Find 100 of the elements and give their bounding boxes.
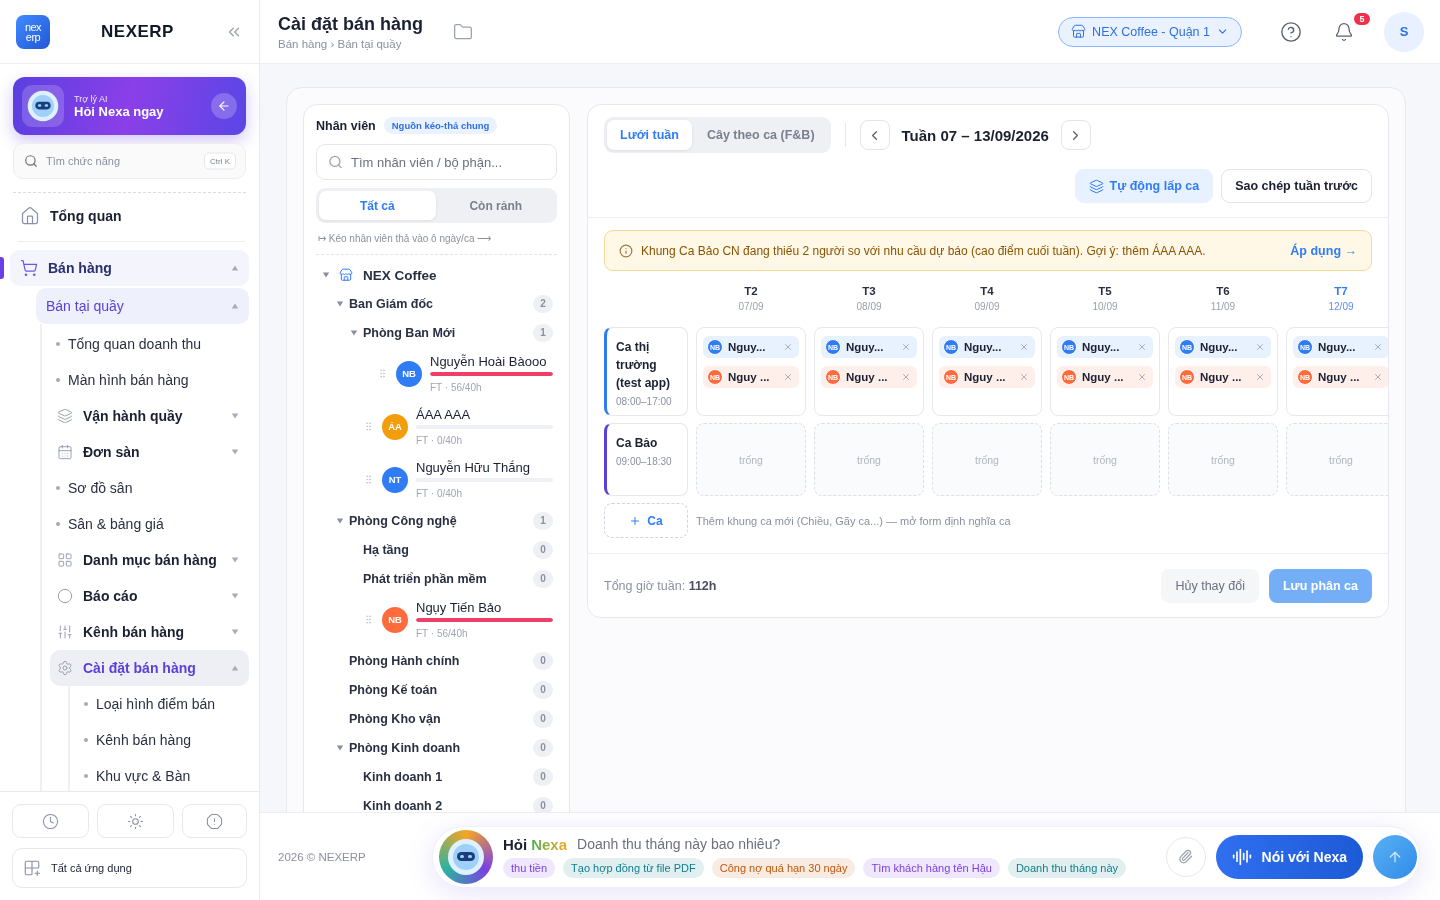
- tree-label[interactable]: Kinh doanh 1: [363, 769, 533, 784]
- audio-wave-icon: [1231, 846, 1252, 867]
- user-avatar[interactable]: S: [1384, 11, 1424, 52]
- suggestion-chip[interactable]: Công nợ quá hạn 30 ngày: [711, 858, 856, 878]
- tree-label[interactable]: Ban Giám đốc: [349, 296, 533, 311]
- nav-item[interactable]: Bán hàng: [10, 250, 249, 286]
- tree-label[interactable]: Phát triển phần mềm: [363, 571, 533, 586]
- previous-week-button[interactable]: [859, 120, 890, 150]
- grid-icon: [57, 552, 73, 568]
- remove-button[interactable]: [901, 342, 911, 352]
- remove-button[interactable]: [1019, 342, 1029, 352]
- nav-item[interactable]: Danh mục bán hàng: [50, 542, 249, 578]
- tree-label[interactable]: Kinh doanh 2: [363, 798, 533, 812]
- next-week-button[interactable]: [1060, 120, 1091, 150]
- caret-icon[interactable]: [336, 516, 344, 525]
- tree-label[interactable]: Phòng Hành chính: [349, 653, 533, 668]
- remove-button[interactable]: [1137, 342, 1147, 352]
- notifications-button[interactable]: [1334, 20, 1354, 43]
- bullet-icon: [56, 486, 60, 490]
- nav-item[interactable]: Khu vực & Bàn: [70, 758, 249, 791]
- employee-avatar: NB: [382, 606, 408, 633]
- nav-item[interactable]: Vận hành quầy: [50, 398, 249, 434]
- caret-icon[interactable]: [231, 264, 239, 272]
- nav-item[interactable]: Báo cáo: [50, 578, 249, 614]
- send-button[interactable]: [1373, 834, 1417, 879]
- suggestion-chip[interactable]: thu tiền: [503, 858, 556, 878]
- suggestion-chip[interactable]: Tìm khách hàng tên Hậu: [863, 858, 1000, 878]
- auto-fill-button[interactable]: Tự động lấp ca: [1074, 169, 1214, 203]
- chip-name: Nguy ...: [1200, 371, 1243, 383]
- drag-handle-icon[interactable]: [377, 368, 388, 379]
- remove-button[interactable]: [1373, 372, 1383, 382]
- drag-handle-icon[interactable]: [363, 614, 374, 625]
- tree-label[interactable]: Phòng Kế toán: [349, 682, 533, 697]
- caret-icon[interactable]: [350, 328, 358, 337]
- remove-button[interactable]: [1255, 372, 1265, 382]
- tree-label[interactable]: Phòng Công nghệ: [349, 513, 533, 528]
- remove-button[interactable]: [1255, 342, 1265, 352]
- nav-item[interactable]: Bán tại quầy: [36, 288, 249, 324]
- folder-icon[interactable]: [453, 21, 473, 42]
- caret-icon[interactable]: [231, 628, 239, 636]
- chip-name: Nguy...: [964, 341, 1003, 353]
- nav-item[interactable]: Tổng quan doanh thu: [42, 326, 249, 362]
- view-tab[interactable]: Lưới tuần: [607, 120, 692, 150]
- remove-button[interactable]: [1137, 372, 1147, 382]
- cancel-button[interactable]: Hủy thay đổi: [1161, 569, 1259, 603]
- drag-handle-icon[interactable]: [363, 421, 374, 432]
- employee-item[interactable]: NB Nguyễn Hoài Bàooo FT · 56/40h: [316, 347, 557, 400]
- branch-selector[interactable]: NEX Coffee - Quận 1: [1058, 16, 1242, 47]
- suggestion-chip[interactable]: Tạo hợp đồng từ file PDF: [563, 858, 704, 878]
- close-icon: [783, 342, 793, 352]
- nav-item[interactable]: Cài đặt bán hàng: [50, 650, 249, 686]
- caret-icon[interactable]: [231, 664, 239, 672]
- nav-item[interactable]: Loại hình điểm bán: [70, 686, 249, 722]
- employee-hours: FT · 56/40h: [416, 628, 469, 639]
- tree-label[interactable]: Hạ tầng: [363, 542, 533, 557]
- remove-button[interactable]: [783, 342, 793, 352]
- ai-assistant-card[interactable]: Trợ lý AI Hỏi Nexa ngay: [13, 77, 246, 135]
- filter-tab[interactable]: Tất cả: [319, 191, 436, 220]
- chip-name: Nguy...: [1082, 341, 1121, 353]
- arrow-button[interactable]: [211, 93, 237, 119]
- view-tab[interactable]: Cây theo ca (F&B): [693, 120, 828, 150]
- remove-button[interactable]: [1373, 342, 1383, 352]
- employee-item[interactable]: NT Nguyễn Hữu Thắng FT · 0/40h: [316, 453, 557, 506]
- copy-week-button[interactable]: Sao chép tuần trước: [1221, 169, 1372, 203]
- remove-button[interactable]: [901, 372, 911, 382]
- apply-link[interactable]: Áp dụng →: [1290, 243, 1357, 258]
- nav-item[interactable]: Sơ đồ sân: [42, 470, 249, 506]
- add-shift-button[interactable]: Ca: [604, 503, 688, 538]
- nav-item[interactable]: Màn hình bán hàng: [42, 362, 249, 398]
- nav-item[interactable]: Đơn sàn: [50, 434, 249, 470]
- caret-icon[interactable]: [231, 412, 239, 420]
- alert-button[interactable]: [182, 804, 247, 838]
- caret-icon[interactable]: [231, 302, 239, 310]
- theme-button[interactable]: [97, 804, 174, 838]
- caret-icon[interactable]: [336, 299, 344, 308]
- history-button[interactable]: [12, 804, 89, 838]
- nav-item[interactable]: Kênh bán hàng: [70, 722, 249, 758]
- nav-item[interactable]: Sân & bảng giá: [42, 506, 249, 542]
- all-apps-button[interactable]: Tất cả ứng dụng: [12, 848, 247, 888]
- employee-item[interactable]: NB Ngụy Tiến Bảo FT · 56/40h: [316, 593, 557, 646]
- remove-button[interactable]: [1019, 372, 1029, 382]
- nav-item[interactable]: Kênh bán hàng: [50, 614, 249, 650]
- tree-label[interactable]: Phòng Ban Mới: [363, 325, 533, 340]
- caret-icon[interactable]: [231, 592, 239, 600]
- suggestion-chip[interactable]: Doanh thu tháng này: [1007, 858, 1127, 878]
- tree-label[interactable]: Phòng Kho vận: [349, 711, 533, 726]
- staff-search-field[interactable]: Tìm nhân viên / bộ phận...: [316, 144, 557, 180]
- remove-button[interactable]: [783, 372, 793, 382]
- caret-icon[interactable]: [231, 448, 239, 456]
- caret-icon[interactable]: [336, 743, 344, 752]
- caret-icon[interactable]: [231, 556, 239, 564]
- tree-label[interactable]: Phòng Kinh doanh: [349, 740, 533, 755]
- tree-label[interactable]: NEX Coffee: [363, 267, 557, 283]
- layers-icon: [1088, 178, 1104, 194]
- caret-icon[interactable]: [322, 271, 330, 279]
- nav-item[interactable]: Tổng quan: [10, 197, 249, 235]
- filter-tab[interactable]: Còn rảnh: [437, 191, 554, 220]
- employee-item[interactable]: ÁA ÁAA AAA FT · 0/40h: [316, 400, 557, 453]
- voice-button[interactable]: Nói với Nexa: [1215, 834, 1363, 879]
- drag-handle-icon[interactable]: [363, 474, 374, 485]
